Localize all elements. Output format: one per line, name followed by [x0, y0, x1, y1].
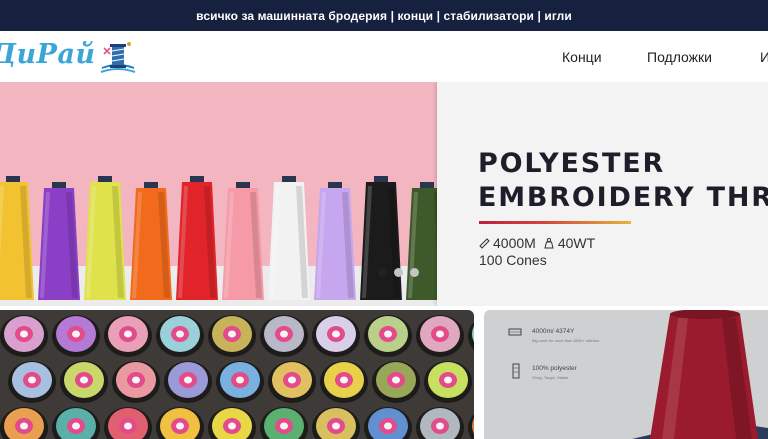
logo-text[interactable]: ДиРай	[0, 39, 96, 70]
rack-spool	[104, 407, 152, 439]
rack-spool	[468, 322, 474, 350]
rack-spool	[164, 361, 212, 403]
big-cone-image	[632, 310, 768, 439]
spec-length: 4000M	[493, 235, 536, 251]
spool-rack-image	[0, 315, 474, 439]
rack-spool	[52, 315, 100, 357]
hero-accent-rule	[479, 221, 631, 224]
thread-spool	[268, 176, 310, 300]
site-header: ДиРай Конци Подложки И	[0, 31, 768, 83]
thread-spool	[222, 182, 264, 300]
thread-spool	[314, 182, 356, 300]
rack-spool	[104, 315, 152, 357]
announcement-bar: всичко за машинната бродерия | конци | с…	[0, 0, 768, 31]
rack-spool	[8, 361, 56, 403]
rack-spool	[60, 361, 108, 403]
hero-title-line1: POLYESTER	[478, 148, 666, 179]
thread-spool-logo-icon[interactable]	[98, 38, 138, 78]
thread-spool	[176, 176, 218, 300]
thread-spool	[406, 182, 440, 300]
rack-spool	[208, 315, 256, 357]
thread-spool	[84, 176, 126, 300]
thread-spool	[38, 182, 80, 300]
hero-spools-image	[0, 176, 440, 300]
rack-spool	[52, 407, 100, 439]
hero-specs: 4000M 40WT	[479, 235, 595, 251]
slider-dot[interactable]	[410, 268, 419, 277]
rack-spool	[260, 407, 308, 439]
rack-spool	[372, 361, 420, 403]
rack-spool	[416, 407, 464, 439]
promo-panel-big-cone[interactable]: 4000m/ 4374Y Big cone for more than 600k…	[484, 310, 768, 439]
rack-spool	[312, 407, 360, 439]
thread-spool	[0, 176, 34, 300]
rack-spool	[424, 361, 472, 403]
announcement-text[interactable]: всичко за машинната бродерия | конци | с…	[196, 9, 572, 23]
rack-spool	[156, 407, 204, 439]
nav-item-threads[interactable]: Конци	[562, 31, 602, 82]
slider-dot[interactable]	[394, 268, 403, 277]
rack-spool	[208, 407, 256, 439]
thread-spool	[130, 182, 172, 300]
thread-spool	[360, 176, 402, 300]
rack-spool	[468, 414, 474, 439]
nav-item-backings[interactable]: Подложки	[647, 31, 712, 82]
rack-spool	[364, 407, 412, 439]
promo-panel-spool-rack[interactable]	[0, 310, 474, 439]
slider-dot[interactable]	[378, 268, 387, 277]
rack-spool	[0, 407, 48, 439]
slider-dots	[378, 268, 419, 277]
nav-item-more[interactable]: И	[760, 31, 768, 82]
ruler-icon	[479, 238, 490, 249]
rack-spool	[260, 315, 308, 357]
rack-spool	[416, 315, 464, 357]
weight-icon	[544, 237, 554, 249]
spec-count: 100 Cones	[479, 252, 547, 268]
rack-spool	[112, 361, 160, 403]
rack-spool	[0, 315, 48, 357]
rack-spool	[312, 315, 360, 357]
rack-spool	[156, 315, 204, 357]
rack-spool	[364, 315, 412, 357]
hero-title-line2: EMBROIDERY THREA	[478, 182, 768, 213]
hero-banner[interactable]: POLYESTER EMBROIDERY THREA 4000M 40WT 10…	[0, 82, 768, 306]
rack-spool	[216, 361, 264, 403]
rack-spool	[320, 361, 368, 403]
rack-spool	[268, 361, 316, 403]
spec-weight: 40WT	[557, 235, 596, 251]
